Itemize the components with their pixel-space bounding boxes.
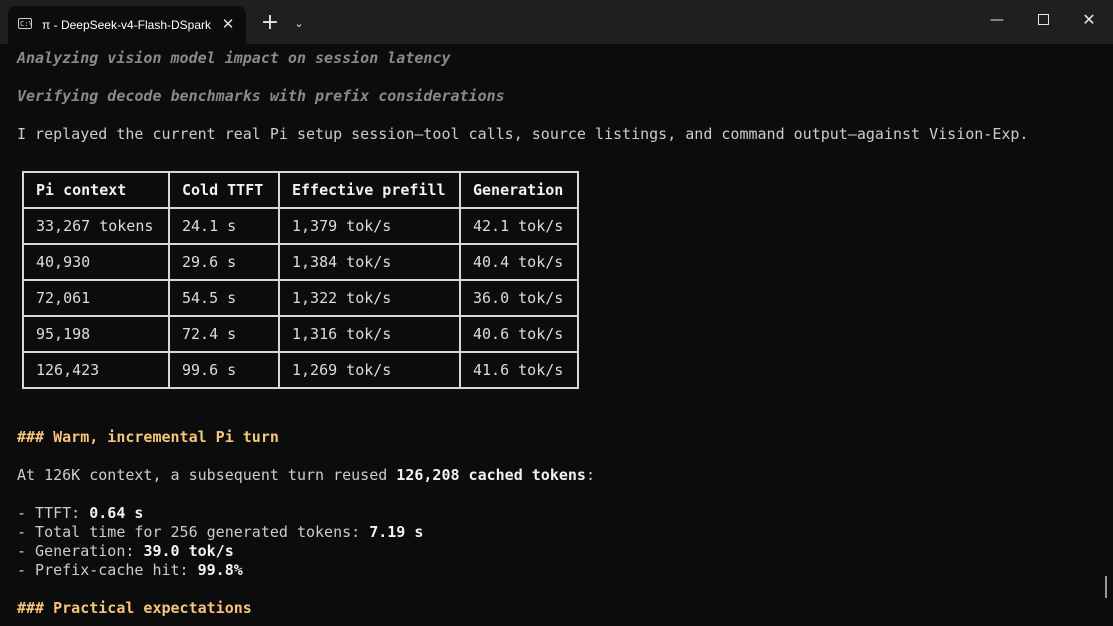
- terminal-icon: C:\: [18, 18, 32, 29]
- terminal-output[interactable]: Analyzing vision model impact on session…: [17, 44, 1113, 626]
- bullet-label: - Total time for 256 generated tokens:: [17, 523, 370, 541]
- table-cell: 1,269 tok/s: [278, 351, 461, 389]
- chevron-down-icon[interactable]: ⌄: [288, 10, 310, 38]
- table-cell: 33,267 tokens: [22, 207, 170, 245]
- column-header: Pi context: [22, 171, 170, 209]
- bullet-item: - Prefix-cache hit: 99.8%: [17, 561, 243, 580]
- table-cell: 126,423: [22, 351, 170, 389]
- section-heading: ### Warm, incremental Pi turn: [17, 428, 279, 446]
- table-cell: 95,198: [22, 315, 170, 353]
- bullet-item: - TTFT: 0.64 s: [17, 504, 143, 523]
- close-tab-icon[interactable]: ✕: [216, 12, 240, 36]
- scrollbar-thumb[interactable]: [1105, 576, 1107, 598]
- close-window-button[interactable]: ✕: [1066, 0, 1112, 40]
- table-row: 126,423 99.6 s 1,269 tok/s 41.6 tok/s: [22, 351, 579, 389]
- bullet-value: 39.0 tok/s: [143, 542, 234, 560]
- title-bar: C:\ π - DeepSeek-v4-Flash-DSpark ✕ + ⌄ —…: [0, 0, 1113, 44]
- column-header: Generation: [459, 171, 579, 209]
- table-cell: 72,061: [22, 279, 170, 317]
- thinking-line: Verifying decode benchmarks with prefix …: [17, 87, 505, 105]
- table-cell: 72.4 s: [168, 315, 280, 353]
- table-cell: 1,322 tok/s: [278, 279, 461, 317]
- table-cell: 40.6 tok/s: [459, 315, 579, 353]
- table-cell: 24.1 s: [168, 207, 280, 245]
- maximize-button[interactable]: [1020, 0, 1066, 40]
- minimize-button[interactable]: —: [974, 0, 1020, 40]
- new-tab-button[interactable]: +: [256, 10, 284, 38]
- bullet-label: - Prefix-cache hit:: [17, 561, 198, 579]
- table-row: 95,198 72.4 s 1,316 tok/s 40.6 tok/s: [22, 315, 579, 353]
- tab-title: π - DeepSeek-v4-Flash-DSpark: [42, 18, 212, 32]
- table-cell: 41.6 tok/s: [459, 351, 579, 389]
- bullet-value: 7.19 s: [369, 523, 424, 541]
- column-header: Effective prefill: [278, 171, 461, 209]
- thinking-line: Analyzing vision model impact on session…: [17, 49, 451, 67]
- table-cell: 99.6 s: [168, 351, 280, 389]
- bullet-label: - TTFT:: [17, 504, 90, 522]
- table-cell: 1,379 tok/s: [278, 207, 461, 245]
- bullet-item: - Generation: 39.0 tok/s: [17, 542, 234, 561]
- bullet-item: - Total time for 256 generated tokens: 7…: [17, 523, 423, 542]
- table-row: 40,930 29.6 s 1,384 tok/s 40.4 tok/s: [22, 243, 579, 281]
- maximize-icon: [1037, 13, 1049, 25]
- warm-summary-prefix: At 126K context, a subsequent turn reuse…: [17, 466, 397, 484]
- table-cell: 1,316 tok/s: [278, 315, 461, 353]
- warm-summary: At 126K context, a subsequent turn reuse…: [17, 466, 595, 485]
- table-row: 72,061 54.5 s 1,322 tok/s 36.0 tok/s: [22, 279, 579, 317]
- benchmark-table: Pi context Cold TTFT Effective prefill G…: [22, 171, 579, 389]
- table-header-row: Pi context Cold TTFT Effective prefill G…: [22, 171, 579, 209]
- table-cell: 40,930: [22, 243, 170, 281]
- bullet-label: - Generation:: [17, 542, 144, 560]
- terminal-tab[interactable]: C:\ π - DeepSeek-v4-Flash-DSpark ✕: [8, 6, 246, 44]
- table-row: 33,267 tokens 24.1 s 1,379 tok/s 42.1 to…: [22, 207, 579, 245]
- table-cell: 36.0 tok/s: [459, 279, 579, 317]
- table-cell: 29.6 s: [168, 243, 280, 281]
- table-cell: 1,384 tok/s: [278, 243, 461, 281]
- cached-tokens-value: 126,208 cached tokens: [396, 466, 586, 484]
- bullet-value: 0.64 s: [89, 504, 144, 522]
- warm-summary-suffix: :: [585, 466, 595, 484]
- table-cell: 40.4 tok/s: [459, 243, 579, 281]
- column-header: Cold TTFT: [168, 171, 280, 209]
- bullet-value: 99.8%: [197, 561, 243, 579]
- section-heading: ### Practical expectations: [17, 599, 252, 617]
- table-cell: 42.1 tok/s: [459, 207, 579, 245]
- intro-text: I replayed the current real Pi setup ses…: [17, 125, 1029, 143]
- table-cell: 54.5 s: [168, 279, 280, 317]
